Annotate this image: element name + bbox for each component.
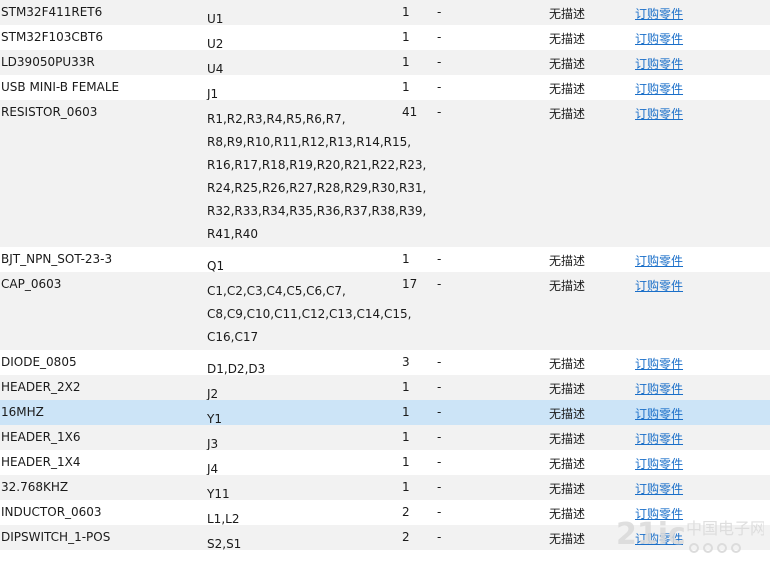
table-row[interactable]: 32.768KHZ Y11 1- 无描述 订购零件 [0, 475, 770, 501]
description-cell: 无描述 [549, 407, 586, 421]
table-row[interactable]: RESISTOR_0603 R1,R2,R3,R4,R5,R6,R7, R8,R9,… [0, 100, 770, 247]
part-name-cell: BJT_NPN_SOT-23-3 [1, 252, 113, 266]
table-row[interactable]: HEADER_1X4 J4 1- 无描述 订购零件 [0, 450, 770, 476]
order-parts-link[interactable]: 订购零件 [635, 5, 683, 22]
quantity-cell: 2 [402, 505, 410, 519]
table-row[interactable]: HEADER_1X6 J3 1- 无描述 订购零件 [0, 425, 770, 451]
order-parts-link[interactable]: 订购零件 [635, 455, 683, 472]
table-row[interactable]: STM32F103CBT6 U2 1- 无描述 订购零件 [0, 25, 770, 51]
value-cell: - [437, 277, 442, 291]
description-cell: 无描述 [549, 107, 586, 121]
order-parts-link[interactable]: 订购零件 [635, 55, 683, 72]
value-cell: - [437, 30, 442, 44]
table-body: STM32F411RET6 U1 1- 无描述 订购零件 STM32F103CBT6 U2 1… [0, 0, 770, 551]
value-cell: - [437, 530, 442, 544]
order-parts-link[interactable]: 订购零件 [635, 30, 683, 47]
value-cell: - [437, 252, 442, 266]
order-parts-link[interactable]: 订购零件 [635, 80, 683, 97]
order-parts-link[interactable]: 订购零件 [635, 355, 683, 372]
reference-designators-cell: S2,S1 [207, 537, 242, 551]
quantity-cell: 1 [402, 80, 410, 94]
description-cell: 无描述 [549, 532, 586, 546]
description-cell: 无描述 [549, 357, 586, 371]
order-parts-link[interactable]: 订购零件 [635, 252, 683, 269]
part-name-cell: DIPSWITCH_1-POS [1, 530, 111, 544]
quantity-cell: 1 [402, 5, 410, 19]
quantity-cell: 1 [402, 430, 410, 444]
quantity-cell: 17 [402, 277, 418, 291]
description-cell: 无描述 [549, 457, 586, 471]
part-name-cell: RESISTOR_0603 [1, 105, 98, 119]
bom-table: STM32F411RET6 U1 1- 无描述 订购零件 STM32F103CBT6 U2 1… [0, 0, 770, 551]
part-name-cell: 16MHZ [1, 405, 44, 419]
quantity-cell: 1 [402, 55, 410, 69]
order-parts-link[interactable]: 订购零件 [635, 380, 683, 397]
reference-designators-cell: C1,C2,C3,C4,C5,C6,C7, C8,C9,C10,C11,C12,C… [207, 284, 412, 344]
value-cell: - [437, 380, 442, 394]
part-name-cell: USB MINI-B FEMALE [1, 80, 120, 94]
description-cell: 无描述 [549, 57, 586, 71]
description-cell: 无描述 [549, 507, 586, 521]
order-parts-link[interactable]: 订购零件 [635, 480, 683, 497]
table-row[interactable]: HEADER_2X2 J2 1- 无描述 订购零件 [0, 375, 770, 401]
value-cell: - [437, 55, 442, 69]
part-name-cell: INDUCTOR_0603 [1, 505, 102, 519]
part-name-cell: HEADER_2X2 [1, 380, 81, 394]
part-name-cell: HEADER_1X4 [1, 455, 81, 469]
table-row[interactable]: DIODE_0805 D1,D2,D3 3- 无描述 订购零件 [0, 350, 770, 376]
part-name-cell: STM32F411RET6 [1, 5, 103, 19]
part-name-cell: STM32F103CBT6 [1, 30, 103, 44]
value-cell: - [437, 430, 442, 444]
value-cell: - [437, 80, 442, 94]
order-parts-link[interactable]: 订购零件 [635, 505, 683, 522]
quantity-cell: 1 [402, 405, 410, 419]
quantity-cell: 1 [402, 252, 410, 266]
table-row[interactable]: USB MINI-B FEMALE J1 1- 无描述 订购零件 [0, 75, 770, 101]
description-cell: 无描述 [549, 432, 586, 446]
value-cell: - [437, 355, 442, 369]
quantity-cell: 1 [402, 480, 410, 494]
order-parts-link[interactable]: 订购零件 [635, 405, 683, 422]
table-row[interactable]: LD39050PU33R U4 1- 无描述 订购零件 [0, 50, 770, 76]
description-cell: 无描述 [549, 32, 586, 46]
value-cell: - [437, 480, 442, 494]
order-parts-link[interactable]: 订购零件 [635, 430, 683, 447]
description-cell: 无描述 [549, 482, 586, 496]
table-row[interactable]: STM32F411RET6 U1 1- 无描述 订购零件 [0, 0, 770, 26]
quantity-cell: 1 [402, 380, 410, 394]
quantity-cell: 3 [402, 355, 410, 369]
order-parts-link[interactable]: 订购零件 [635, 530, 683, 547]
part-name-cell: 32.768KHZ [1, 480, 69, 494]
reference-designators-cell: R1,R2,R3,R4,R5,R6,R7, R8,R9,R10,R11,R12,R… [207, 112, 427, 241]
quantity-cell: 1 [402, 455, 410, 469]
value-cell: - [437, 505, 442, 519]
table-row[interactable]: BJT_NPN_SOT-23-3 Q1 1- 无描述 订购零件 [0, 247, 770, 273]
order-parts-link[interactable]: 订购零件 [635, 105, 683, 122]
description-cell: 无描述 [549, 279, 586, 293]
table-row[interactable]: CAP_0603 C1,C2,C3,C4,C5,C6,C7, C8,C9,C10,C… [0, 272, 770, 350]
table-row[interactable]: DIPSWITCH_1-POS S2,S1 2 - 无描述 订购零件 [0, 525, 770, 551]
order-parts-link[interactable]: 订购零件 [635, 277, 683, 294]
part-name-cell: LD39050PU33R [1, 55, 95, 69]
part-name-cell: DIODE_0805 [1, 355, 77, 369]
quantity-cell: 41 [402, 105, 418, 119]
value-cell: - [437, 5, 442, 19]
description-cell: 无描述 [549, 82, 586, 96]
part-name-cell: CAP_0603 [1, 277, 62, 291]
quantity-cell: 2 [402, 530, 410, 544]
description-cell: 无描述 [549, 7, 586, 21]
quantity-cell: 1 [402, 30, 410, 44]
description-cell: 无描述 [549, 254, 586, 268]
table-row[interactable]: 16MHZ Y1 1- 无描述 订购零件 [0, 400, 770, 426]
part-name-cell: HEADER_1X6 [1, 430, 81, 444]
table-row[interactable]: INDUCTOR_0603 L1,L2 2- 无描述 订购零件 [0, 500, 770, 526]
description-cell: 无描述 [549, 382, 586, 396]
value-cell: - [437, 405, 442, 419]
value-cell: - [437, 455, 442, 469]
value-cell: - [437, 105, 442, 119]
